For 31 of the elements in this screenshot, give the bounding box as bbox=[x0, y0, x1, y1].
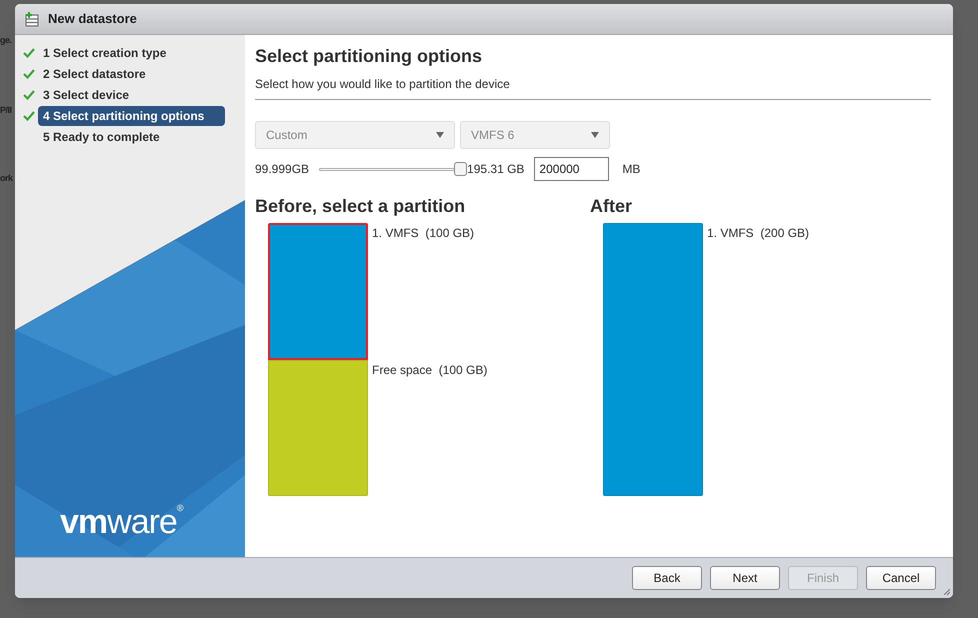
max-size-label: 195.31 GB bbox=[467, 161, 524, 178]
background-text: ge. bbox=[0, 34, 12, 47]
wizard-step[interactable]: 3 Select device bbox=[38, 85, 225, 105]
database-add-icon bbox=[25, 12, 40, 26]
dialog-button[interactable]: Next bbox=[710, 566, 780, 590]
wizard-step[interactable]: 1 Select creation type bbox=[38, 43, 225, 63]
page-title: Select partitioning options bbox=[255, 45, 484, 68]
dialog-button[interactable]: Cancel bbox=[866, 566, 936, 590]
partition-label: 1. VMFS (200 GB) bbox=[707, 225, 810, 239]
partition-label: 1. VMFS (100 GB) bbox=[372, 225, 474, 239]
slider-thumb[interactable] bbox=[454, 162, 468, 176]
resize-grip-icon[interactable] bbox=[944, 589, 950, 595]
page-subtitle: Select how you would like to partition the device bbox=[255, 75, 931, 100]
diagram-title: Before, select a partition bbox=[255, 195, 466, 217]
vmware-logo: vmware$^{®}$ bbox=[60, 502, 182, 543]
dropdown-arrow-icon bbox=[591, 132, 599, 138]
size-input[interactable]: 200000 bbox=[534, 157, 610, 181]
wizard-step[interactable]: 2 Select datastore bbox=[38, 64, 225, 84]
wizard-step[interactable]: 4 Select partitioning options bbox=[38, 106, 225, 126]
window-title: New datastore bbox=[48, 10, 137, 28]
diagram-title: After bbox=[590, 195, 634, 217]
min-size-label: 99.999GB bbox=[255, 161, 310, 178]
wizard-step[interactable]: 5 Ready to complete bbox=[38, 127, 225, 147]
dropdown-arrow-icon bbox=[436, 132, 444, 138]
partition-segment[interactable] bbox=[268, 223, 368, 360]
size-slider[interactable] bbox=[319, 162, 468, 176]
partition-label: Free space (100 GB) bbox=[372, 362, 488, 376]
background-text: P/II bbox=[0, 104, 12, 117]
dialog-button[interactable]: Back bbox=[632, 566, 702, 590]
background-text: ork bbox=[0, 172, 13, 185]
unit-label: MB bbox=[622, 161, 640, 178]
